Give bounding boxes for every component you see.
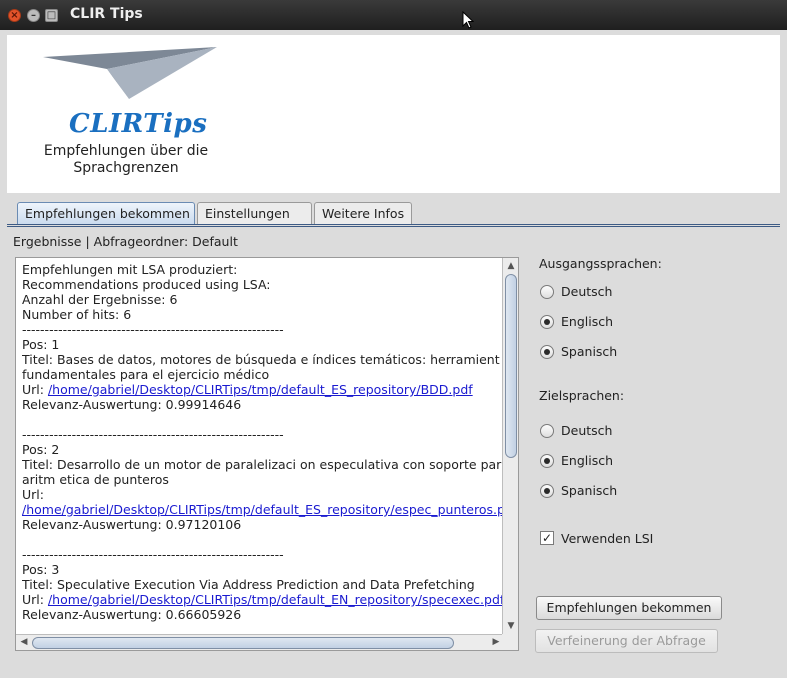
- result-title: fundamentales para el ejercicio médico: [22, 367, 270, 382]
- mouse-cursor-icon: [462, 11, 474, 29]
- source-lang-englisch-radio[interactable]: [540, 315, 554, 329]
- results-line: Number of hits: 6: [22, 307, 132, 322]
- result-url-label: Url:: [22, 487, 44, 502]
- scroll-down-icon[interactable]: ▼: [504, 619, 518, 633]
- target-lang-englisch-radio[interactable]: [540, 454, 554, 468]
- result-url-label: Url:: [22, 592, 48, 607]
- separator-line: ----------------------------------------…: [22, 427, 284, 442]
- separator-line: ----------------------------------------…: [22, 322, 284, 337]
- result-position: Pos: 2: [22, 442, 60, 457]
- vertical-scrollbar[interactable]: ▲ ▼: [502, 258, 518, 634]
- tab-empfehlungen-bekommen[interactable]: Empfehlungen bekommen: [17, 202, 195, 225]
- results-text[interactable]: Empfehlungen mit LSA produziert: Recomme…: [22, 262, 502, 630]
- results-line: Empfehlungen mit LSA produziert:: [22, 262, 238, 277]
- source-lang-spanisch-label[interactable]: Spanisch: [561, 344, 617, 359]
- target-lang-deutsch-radio[interactable]: [540, 424, 554, 438]
- horizontal-scrollbar[interactable]: ◀ ▶: [16, 634, 504, 650]
- result-title: Titel: Desarrollo de un motor de paralel…: [22, 457, 502, 472]
- minimize-icon[interactable]: –: [27, 9, 40, 22]
- scroll-corner: [502, 634, 518, 650]
- use-lsi-checkbox[interactable]: ✓: [540, 531, 554, 545]
- result-url-label: Url:: [22, 382, 48, 397]
- results-header: Ergebnisse | Abfrageordner: Default: [13, 234, 238, 249]
- use-lsi-label[interactable]: Verwenden LSI: [561, 531, 653, 546]
- result-position: Pos: 3: [22, 562, 60, 577]
- results-line: Anzahl der Ergebnisse: 6: [22, 292, 178, 307]
- tab-weitere-infos[interactable]: Weitere Infos: [314, 202, 412, 225]
- tab-einstellungen[interactable]: Einstellungen: [197, 202, 312, 225]
- tab-divider: [7, 224, 780, 227]
- vertical-scroll-thumb[interactable]: [505, 274, 517, 458]
- result-title: Titel: Speculative Execution Via Address…: [22, 577, 475, 592]
- maximize-icon[interactable]: □: [45, 9, 58, 22]
- result-score: Relevanz-Auswertung: 0.97120106: [22, 517, 242, 532]
- results-line: Recommendations produced using LSA:: [22, 277, 271, 292]
- target-lang-spanisch-label[interactable]: Spanisch: [561, 483, 617, 498]
- horizontal-scroll-thumb[interactable]: [32, 637, 454, 649]
- result-url-link[interactable]: /home/gabriel/Desktop/CLIRTips/tmp/defau…: [48, 382, 473, 397]
- source-languages-label: Ausgangssprachen:: [539, 256, 662, 271]
- target-lang-englisch-label[interactable]: Englisch: [561, 453, 613, 468]
- result-score: Relevanz-Auswertung: 0.66605926: [22, 607, 242, 622]
- window-title: CLIR Tips: [70, 6, 143, 22]
- title-bar: × – □ CLIR Tips: [0, 0, 787, 30]
- banner: CLIRTips Empfehlungen über die Sprachgre…: [7, 35, 780, 193]
- result-title: aritm etica de punteros: [22, 472, 169, 487]
- scroll-right-icon[interactable]: ▶: [489, 635, 503, 649]
- result-url-link[interactable]: /home/gabriel/Desktop/CLIRTips/tmp/defau…: [48, 592, 502, 607]
- logo-subtitle-line: Sprachgrenzen: [73, 160, 179, 176]
- close-icon[interactable]: ×: [8, 9, 21, 22]
- refine-query-button[interactable]: Verfeinerung der Abfrage: [535, 629, 718, 653]
- result-title: Titel: Bases de datos, motores de búsque…: [22, 352, 500, 367]
- logo-text: CLIRTips: [69, 109, 208, 139]
- source-lang-deutsch-label[interactable]: Deutsch: [561, 284, 612, 299]
- target-lang-deutsch-label[interactable]: Deutsch: [561, 423, 612, 438]
- separator-line: ----------------------------------------…: [22, 547, 284, 562]
- target-lang-spanisch-radio[interactable]: [540, 484, 554, 498]
- target-languages-label: Zielsprachen:: [539, 388, 625, 403]
- results-panel[interactable]: Empfehlungen mit LSA produziert: Recomme…: [15, 257, 519, 651]
- get-recommendations-button[interactable]: Empfehlungen bekommen: [536, 596, 722, 620]
- source-lang-englisch-label[interactable]: Englisch: [561, 314, 613, 329]
- scroll-up-icon[interactable]: ▲: [504, 259, 518, 273]
- paper-plane-logo-icon: [43, 47, 217, 99]
- scroll-left-icon[interactable]: ◀: [17, 635, 31, 649]
- logo-subtitle-line: Empfehlungen über die: [43, 143, 209, 159]
- logo-subtitle: Empfehlungen über die Sprachgrenzen: [27, 143, 225, 177]
- result-url-link[interactable]: /home/gabriel/Desktop/CLIRTips/tmp/defau…: [22, 502, 502, 517]
- result-score: Relevanz-Auswertung: 0.99914646: [22, 397, 242, 412]
- source-lang-deutsch-radio[interactable]: [540, 285, 554, 299]
- result-position: Pos: 1: [22, 337, 60, 352]
- source-lang-spanisch-radio[interactable]: [540, 345, 554, 359]
